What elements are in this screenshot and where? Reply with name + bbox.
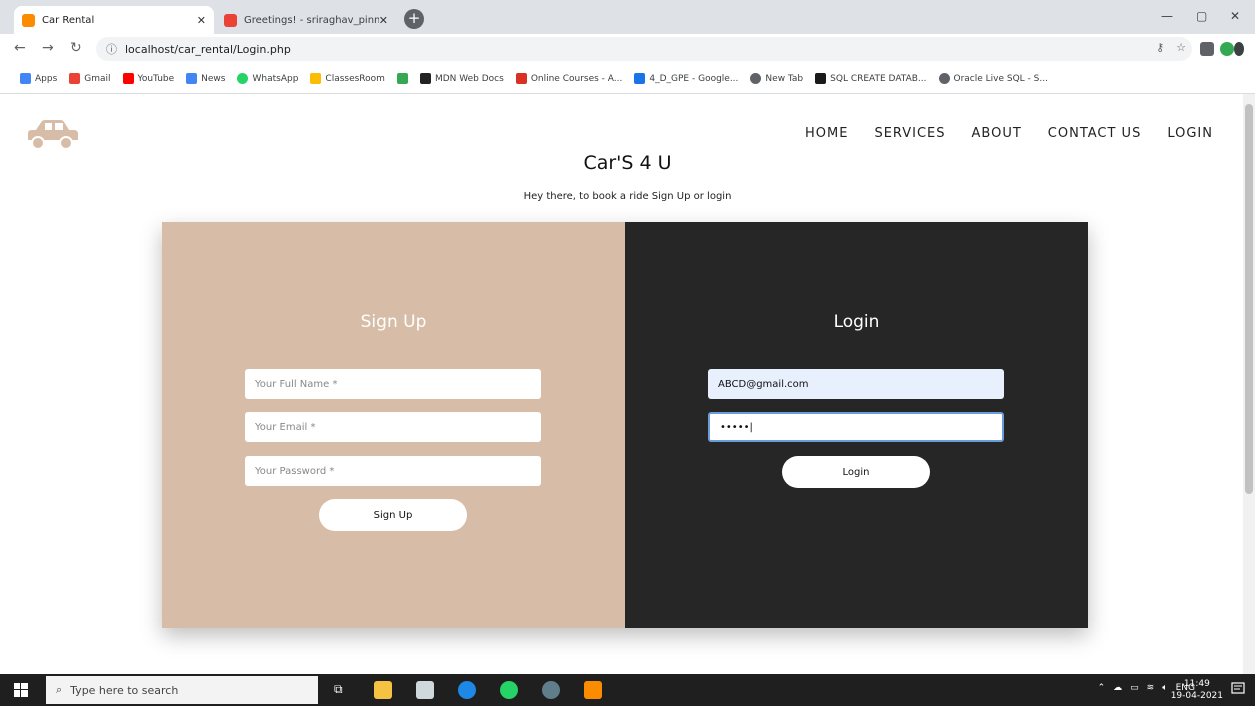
tab-car-rental[interactable]: Car Rental ✕ — [14, 6, 214, 34]
bookmark-oracle-sql[interactable]: Oracle Live SQL - S... — [938, 73, 1048, 84]
nav-login[interactable]: LOGIN — [1167, 126, 1213, 141]
task-view-icon[interactable]: ⧉ — [334, 682, 352, 700]
clock-date: 19-04-2021 — [1170, 691, 1223, 701]
star-icon[interactable]: ☆ — [1176, 41, 1186, 54]
auth-card: Sign Up Your Full Name * Your Email * Yo… — [162, 222, 1088, 628]
nav-home[interactable]: HOME — [805, 126, 848, 141]
taskbar-search-input[interactable]: ⌕ Type here to search — [46, 676, 318, 704]
browser-toolbar: ← → ↻ ⓘ localhost/car_rental/Login.php ⚷… — [0, 34, 1255, 64]
news-icon — [186, 73, 198, 84]
bookmark-new-tab[interactable]: New Tab — [750, 73, 803, 84]
close-icon[interactable]: ✕ — [379, 14, 388, 27]
bookmark-sql-create[interactable]: SQL CREATE DATAB... — [815, 73, 927, 84]
search-icon: ⌕ — [56, 683, 63, 696]
udemy-icon — [515, 73, 527, 84]
youtube-icon — [122, 73, 134, 84]
signup-panel: Sign Up Your Full Name * Your Email * Yo… — [162, 222, 625, 628]
wifi-icon[interactable]: ≋ — [1147, 683, 1155, 693]
windows-start-icon[interactable] — [14, 683, 28, 697]
battery-icon[interactable]: ▭ — [1130, 683, 1139, 693]
nav-contact-us[interactable]: CONTACT US — [1048, 126, 1142, 141]
whatsapp-icon[interactable] — [500, 681, 518, 699]
browser-tab-bar: Car Rental ✕ Greetings! - sriraghav_pinn… — [0, 0, 1255, 34]
full-name-input[interactable]: Your Full Name * — [245, 369, 541, 399]
main-nav: HOME SERVICES ABOUT CONTACT US LOGIN — [805, 126, 1213, 141]
info-icon: ⓘ — [106, 43, 117, 56]
maximize-icon[interactable]: ▢ — [1196, 9, 1207, 23]
gmail-favicon-icon — [224, 13, 237, 27]
bookmarks-bar: Apps Gmail YouTube News WhatsApp Classes… — [0, 64, 1255, 94]
car-logo-icon[interactable] — [24, 118, 80, 152]
cloud-icon[interactable]: ☁ — [1113, 683, 1122, 693]
whatsapp-icon — [237, 73, 249, 84]
chrome-icon[interactable] — [542, 681, 560, 699]
minimize-icon[interactable]: — — [1161, 9, 1173, 23]
puzzle-icon[interactable] — [1234, 42, 1244, 56]
address-bar[interactable]: ⓘ localhost/car_rental/Login.php ⚷ ☆ — [96, 37, 1192, 61]
xampp-icon[interactable] — [584, 681, 602, 699]
gmail-icon — [69, 73, 81, 84]
bookmark-whatsapp[interactable]: WhatsApp — [237, 73, 298, 84]
globe-icon — [938, 73, 950, 84]
bookmark-google-drive[interactable]: 4_D_GPE - Google... — [634, 73, 738, 84]
bookmark-mdn[interactable]: MDN Web Docs — [419, 73, 504, 84]
bookmark-news[interactable]: News — [186, 73, 225, 84]
file-explorer-icon[interactable] — [374, 681, 392, 699]
bookmark-apps[interactable]: Apps — [20, 73, 57, 84]
page-scrollbar[interactable] — [1243, 94, 1255, 674]
key-icon[interactable]: ⚷ — [1156, 41, 1164, 54]
site-title: Car'S 4 U — [583, 152, 672, 174]
bookmark-gmail[interactable]: Gmail — [69, 73, 111, 84]
site-subtitle: Hey there, to book a ride Sign Up or log… — [523, 191, 732, 202]
forward-arrow-icon[interactable]: → — [42, 40, 54, 56]
edge-icon[interactable] — [458, 681, 476, 699]
globe-icon — [750, 73, 762, 84]
tab-gmail[interactable]: Greetings! - sriraghav_pinnaka@ ✕ — [216, 6, 396, 34]
w3schools-icon — [815, 73, 827, 84]
bookmark-youtube[interactable]: YouTube — [122, 73, 174, 84]
nav-services[interactable]: SERVICES — [874, 126, 945, 141]
bookmark-classroom[interactable]: ClassesRoom — [310, 73, 385, 84]
window-close-icon[interactable]: ✕ — [1230, 9, 1240, 23]
new-tab-plus-icon[interactable]: + — [404, 9, 424, 29]
nav-about[interactable]: ABOUT — [972, 126, 1022, 141]
windows-taskbar: ⌕ Type here to search ⧉ ⌃ ☁ ▭ ≋ 🔈︎ ENG 1… — [0, 674, 1255, 706]
store-icon[interactable] — [416, 681, 434, 699]
reload-icon[interactable]: ↻ — [70, 40, 82, 56]
extension-icon[interactable] — [1200, 42, 1214, 56]
login-heading: Login — [833, 312, 880, 332]
login-panel: Login ABCD@gmail.com •••••| Login — [625, 222, 1088, 628]
login-email-input[interactable]: ABCD@gmail.com — [708, 369, 1004, 399]
notification-icon[interactable] — [1231, 682, 1245, 696]
login-button[interactable]: Login — [782, 456, 930, 488]
taskbar-clock[interactable]: 11:49 19-04-2021 — [1171, 678, 1223, 702]
xampp-favicon-icon — [22, 13, 35, 27]
apps-grid-icon — [20, 73, 31, 84]
classroom-icon — [310, 73, 322, 84]
login-password-input[interactable]: •••••| — [708, 412, 1004, 442]
signup-button[interactable]: Sign Up — [319, 499, 467, 531]
tab-title: Greetings! - sriraghav_pinnaka@ — [244, 14, 379, 26]
page-content: HOME SERVICES ABOUT CONTACT US LOGIN Car… — [0, 94, 1243, 674]
scrollbar-thumb[interactable] — [1245, 104, 1253, 494]
url-text: localhost/car_rental/Login.php — [125, 42, 291, 56]
bookmark-unnamed[interactable] — [396, 73, 408, 84]
clock-time: 11:49 — [1183, 679, 1210, 689]
signup-heading: Sign Up — [360, 312, 427, 332]
close-icon[interactable]: ✕ — [197, 14, 206, 27]
volume-icon[interactable]: 🔈︎ — [1162, 683, 1167, 693]
signup-email-input[interactable]: Your Email * — [245, 412, 541, 442]
drive-icon — [634, 73, 646, 84]
extension-icon[interactable] — [1220, 42, 1234, 56]
bookmark-icon — [396, 73, 408, 84]
tab-title: Car Rental — [42, 14, 95, 26]
signup-password-input[interactable]: Your Password * — [245, 456, 541, 486]
back-arrow-icon[interactable]: ← — [14, 40, 26, 56]
bookmark-online-courses[interactable]: Online Courses - A... — [515, 73, 622, 84]
chevron-up-icon[interactable]: ⌃ — [1098, 683, 1106, 693]
mdn-icon — [419, 73, 431, 84]
